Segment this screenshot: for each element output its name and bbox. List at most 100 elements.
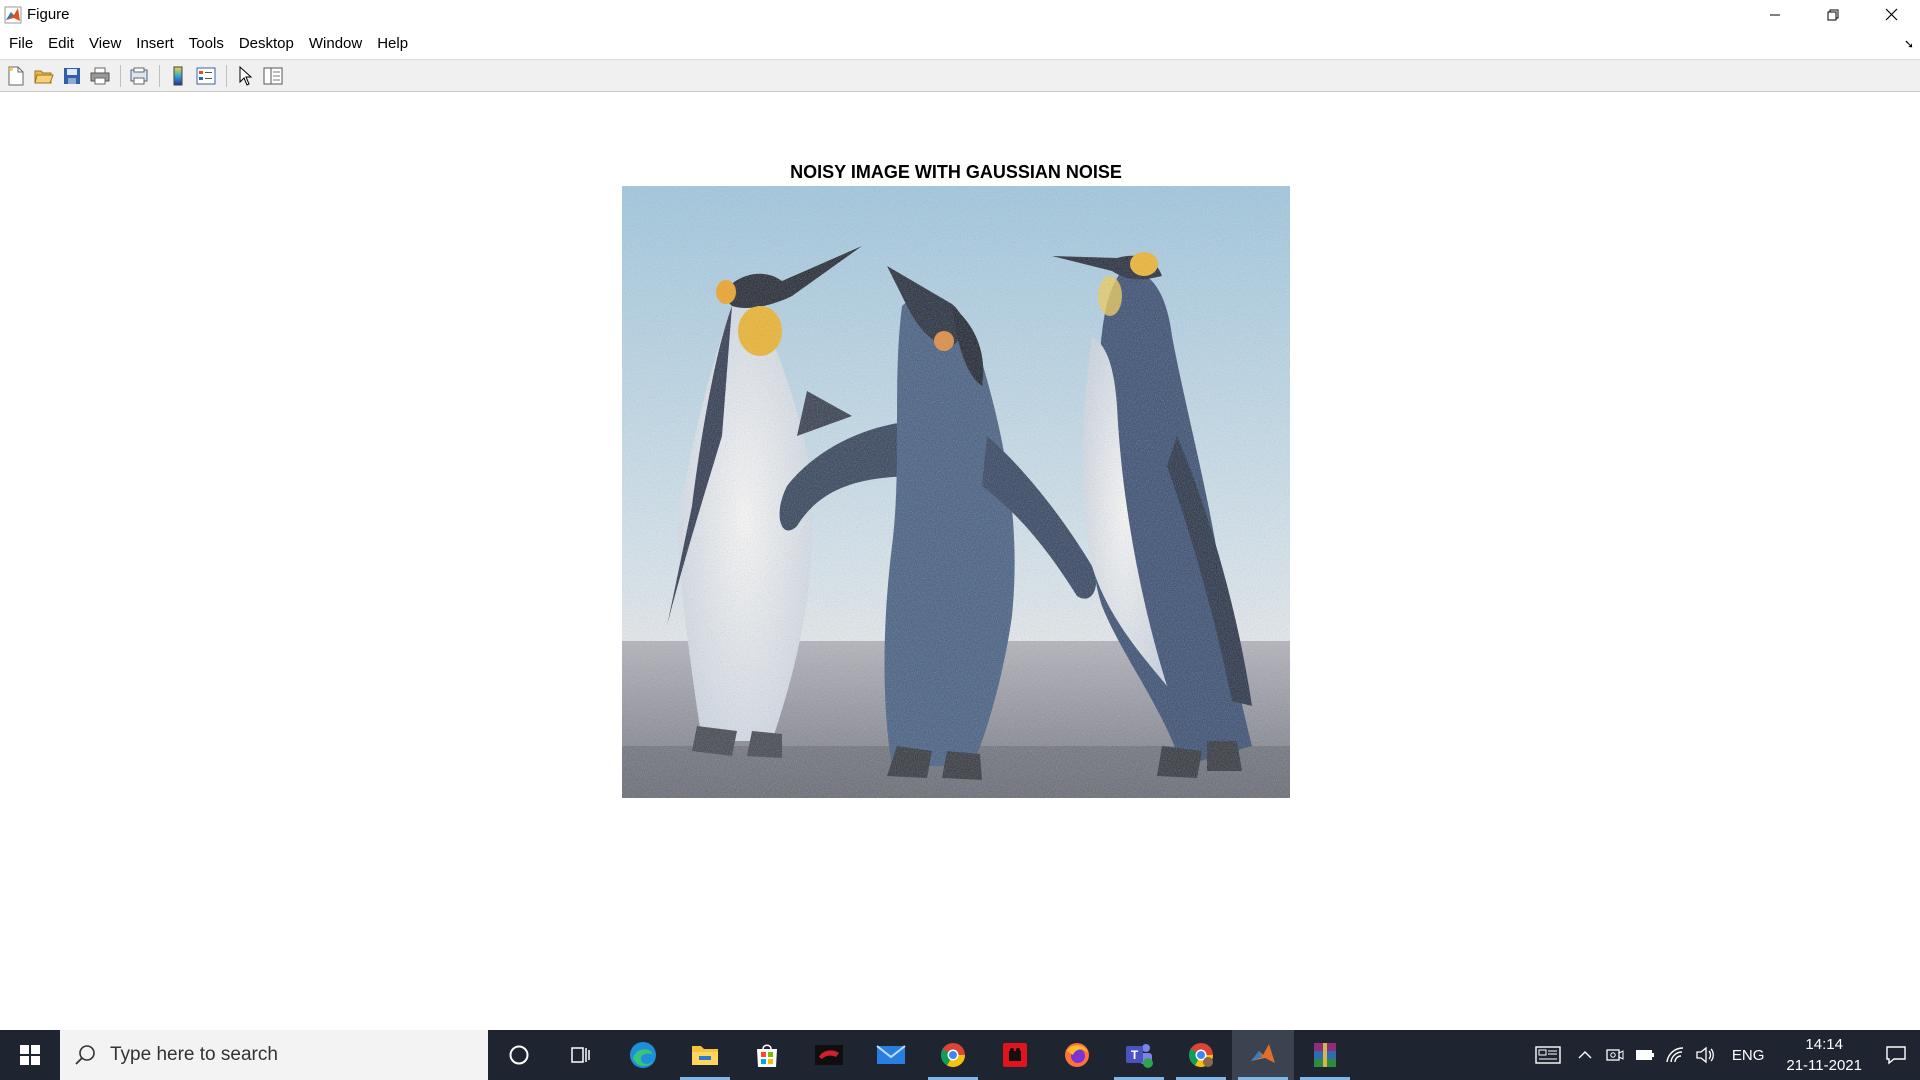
print-button[interactable]: [88, 64, 112, 88]
chrome-profile-app[interactable]: [1170, 1030, 1232, 1080]
property-inspector-button[interactable]: [261, 64, 285, 88]
print-icon: [90, 67, 110, 84]
insert-legend-button[interactable]: [194, 64, 218, 88]
mail-app[interactable]: [860, 1030, 922, 1080]
matlab-logo-icon: [4, 6, 22, 23]
new-figure-icon: [8, 66, 24, 85]
open-file-icon: [34, 70, 54, 83]
save-button[interactable]: [60, 64, 84, 88]
winrar-app[interactable]: [1294, 1030, 1356, 1080]
chrome-profile-icon: [1188, 1043, 1213, 1068]
matlab-app[interactable]: [1232, 1030, 1294, 1080]
print-preview-icon: [130, 67, 148, 84]
battery-icon: [1635, 1050, 1654, 1060]
plot-title: NOISY IMAGE WITH GAUSSIAN NOISE: [790, 162, 1122, 182]
colorbar-icon: [173, 66, 183, 85]
taskbar-search-box[interactable]: Type here to search: [60, 1030, 488, 1080]
print-preview-button[interactable]: [127, 64, 151, 88]
camera-icon: [1606, 1049, 1624, 1061]
edge-icon: [630, 1042, 656, 1068]
network-button[interactable]: [1660, 1030, 1690, 1080]
menu-window[interactable]: Window: [303, 31, 368, 57]
search-icon: [75, 1045, 95, 1065]
close-icon: [1885, 8, 1897, 21]
cortana-icon: [509, 1045, 529, 1065]
legend-icon: [196, 67, 216, 84]
task-view-icon: [571, 1047, 590, 1063]
game-app[interactable]: [798, 1030, 860, 1080]
clock-date: 21-11-2021: [1786, 1057, 1862, 1074]
wifi-icon: [1666, 1047, 1683, 1063]
firefox-app[interactable]: [1046, 1030, 1108, 1080]
menu-desktop[interactable]: Desktop: [233, 31, 300, 57]
minimize-icon: [1770, 14, 1780, 15]
volume-icon: [1696, 1046, 1714, 1064]
restore-button[interactable]: [1804, 0, 1862, 29]
insert-colorbar-button[interactable]: [166, 64, 190, 88]
windows-logo-icon: [20, 1045, 40, 1065]
matlab-icon: [1251, 1044, 1275, 1063]
cortana-button[interactable]: [488, 1030, 550, 1080]
dock-arrow-icon[interactable]: ➘: [1904, 37, 1914, 51]
teams-app[interactable]: T: [1108, 1030, 1170, 1080]
edit-plot-arrow-icon: [239, 65, 252, 86]
clock-time: 14:14: [1805, 1036, 1843, 1053]
menu-view[interactable]: View: [83, 31, 127, 57]
save-icon: [64, 67, 80, 84]
red-app-icon: [1003, 1043, 1027, 1067]
menu-tools[interactable]: Tools: [183, 31, 230, 57]
toolbar-separator: [226, 64, 227, 87]
red-app[interactable]: [984, 1030, 1046, 1080]
game-app-icon: [815, 1045, 843, 1065]
property-inspector-icon: [263, 67, 283, 84]
image-axes[interactable]: [622, 186, 1290, 798]
figure-canvas[interactable]: NOISY IMAGE WITH GAUSSIAN NOISE: [0, 92, 1920, 1030]
system-tray: ENG 14:14 21-11-2021: [1526, 1030, 1920, 1080]
chevron-up-icon: [1578, 1051, 1592, 1059]
meet-now-button[interactable]: [1600, 1030, 1630, 1080]
mail-icon: [876, 1045, 906, 1064]
touch-keyboard-button[interactable]: [1526, 1030, 1570, 1080]
search-placeholder: Type here to search: [110, 1044, 278, 1065]
edge-app[interactable]: [612, 1030, 674, 1080]
title-bar: Figure: [0, 0, 1920, 29]
volume-button[interactable]: [1690, 1030, 1720, 1080]
start-button[interactable]: [0, 1030, 60, 1080]
chrome-icon: [940, 1043, 965, 1068]
action-center-button[interactable]: [1872, 1030, 1920, 1080]
teams-icon: T: [1126, 1044, 1153, 1068]
restore-icon: [1827, 9, 1839, 20]
file-explorer-app[interactable]: [674, 1030, 736, 1080]
menu-file[interactable]: File: [3, 31, 39, 57]
window-title: Figure: [27, 6, 70, 23]
menu-insert[interactable]: Insert: [130, 31, 180, 57]
menu-edit[interactable]: Edit: [42, 31, 80, 57]
svg-text:T: T: [1131, 1048, 1139, 1062]
keyboard-icon: [1535, 1046, 1561, 1064]
toolbar-separator: [120, 64, 121, 87]
notification-icon: [1886, 1046, 1906, 1065]
window-controls: [1746, 0, 1920, 29]
open-file-button[interactable]: [32, 64, 56, 88]
minimize-button[interactable]: [1746, 0, 1804, 29]
task-view-button[interactable]: [550, 1030, 612, 1080]
clock[interactable]: 14:14 21-11-2021: [1776, 1034, 1872, 1076]
chrome-app[interactable]: [922, 1030, 984, 1080]
edit-plot-button[interactable]: [233, 64, 257, 88]
firefox-icon: [1065, 1043, 1089, 1067]
language-indicator[interactable]: ENG: [1720, 1047, 1777, 1064]
noisy-penguin-image: [622, 186, 1290, 798]
toolbar-separator: [159, 64, 160, 87]
new-figure-button[interactable]: [4, 64, 28, 88]
file-explorer-icon: [692, 1046, 718, 1065]
winrar-icon: [1314, 1043, 1336, 1067]
figure-toolbar: [0, 59, 1920, 92]
microsoft-store-app[interactable]: [736, 1030, 798, 1080]
close-button[interactable]: [1862, 0, 1920, 29]
show-hidden-icons-button[interactable]: [1570, 1030, 1600, 1080]
menu-help[interactable]: Help: [371, 31, 414, 57]
menu-bar: File Edit View Insert Tools Desktop Wind…: [0, 31, 1920, 57]
microsoft-store-icon: [757, 1044, 777, 1067]
battery-button[interactable]: [1630, 1030, 1660, 1080]
windows-taskbar: Type here to search T ENG 14:14 21-11-20…: [0, 1030, 1920, 1080]
